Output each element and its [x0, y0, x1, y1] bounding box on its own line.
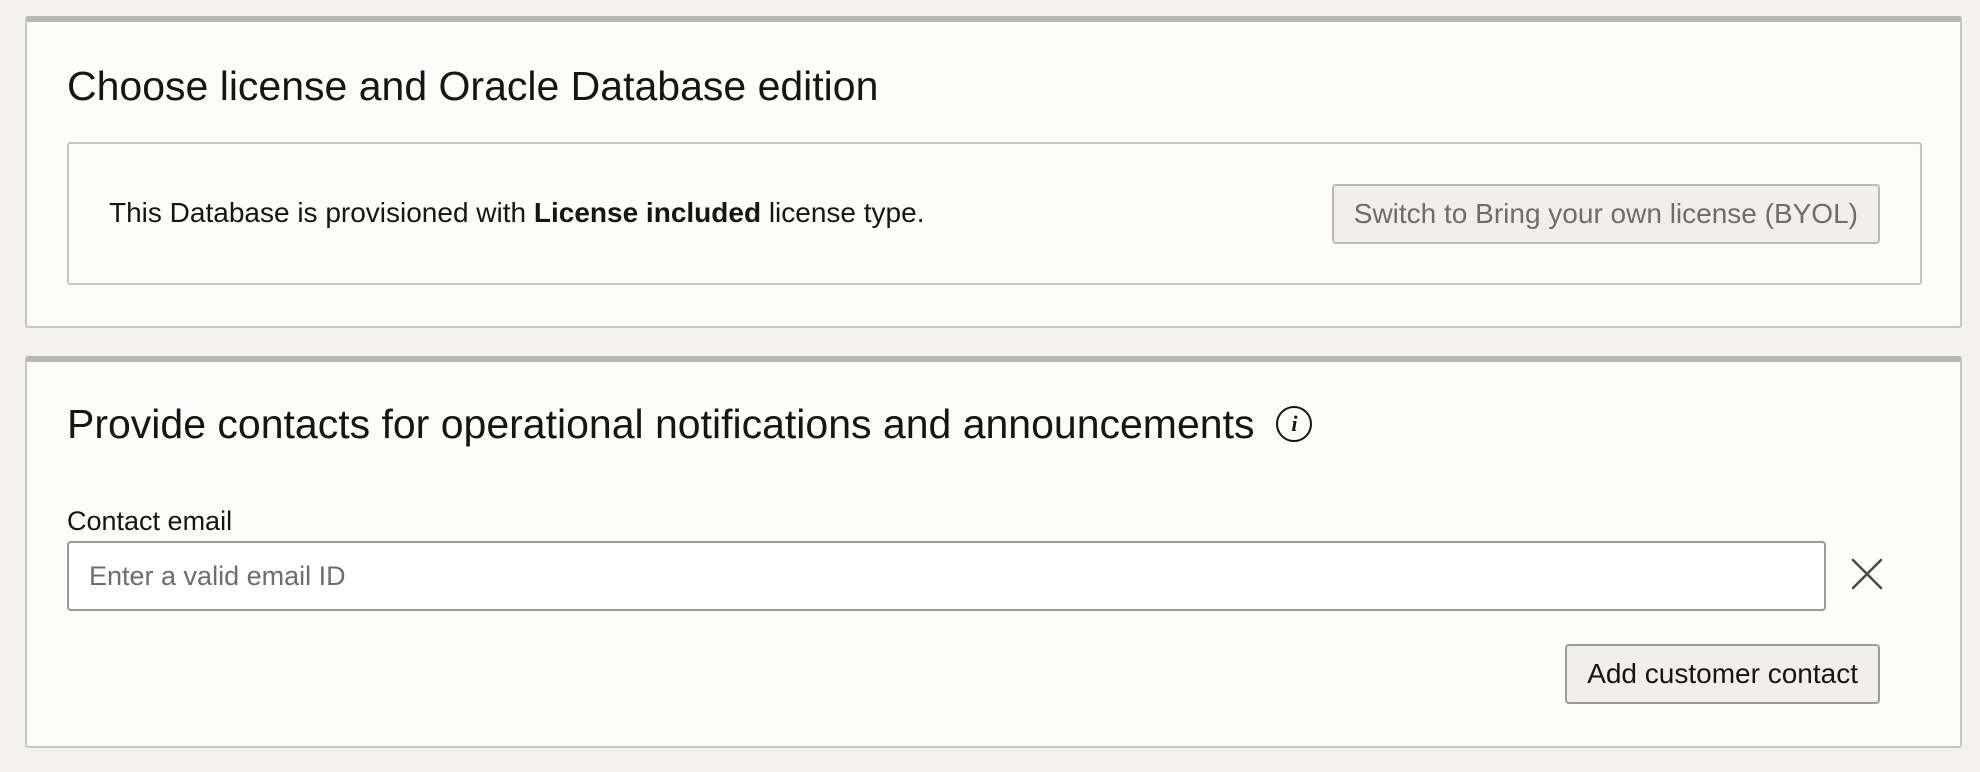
license-panel: Choose license and Oracle Database editi…	[25, 16, 1962, 328]
page: Choose license and Oracle Database editi…	[0, 0, 1980, 772]
contact-email-input[interactable]	[67, 541, 1826, 611]
contacts-section-title: Provide contacts for operational notific…	[67, 401, 1255, 447]
license-type: License included	[533, 197, 762, 228]
switch-to-byol-button[interactable]: Switch to Bring your own license (BYOL)	[1331, 184, 1880, 244]
contact-email-label: Contact email	[67, 506, 233, 536]
contacts-panel: Provide contacts for operational notific…	[25, 356, 1962, 748]
license-message-prefix: This Database is provisioned with	[109, 197, 534, 228]
license-info-box: This Database is provisioned with Licens…	[67, 142, 1922, 285]
license-message: This Database is provisioned with Licens…	[109, 197, 925, 229]
close-icon-glyph	[1851, 558, 1883, 590]
close-icon[interactable]	[1845, 552, 1889, 596]
add-customer-contact-button[interactable]: Add customer contact	[1565, 644, 1880, 704]
license-section-title: Choose license and Oracle Database editi…	[67, 63, 879, 109]
license-message-suffix: license type.	[761, 197, 925, 228]
info-icon[interactable]: i	[1276, 406, 1313, 442]
